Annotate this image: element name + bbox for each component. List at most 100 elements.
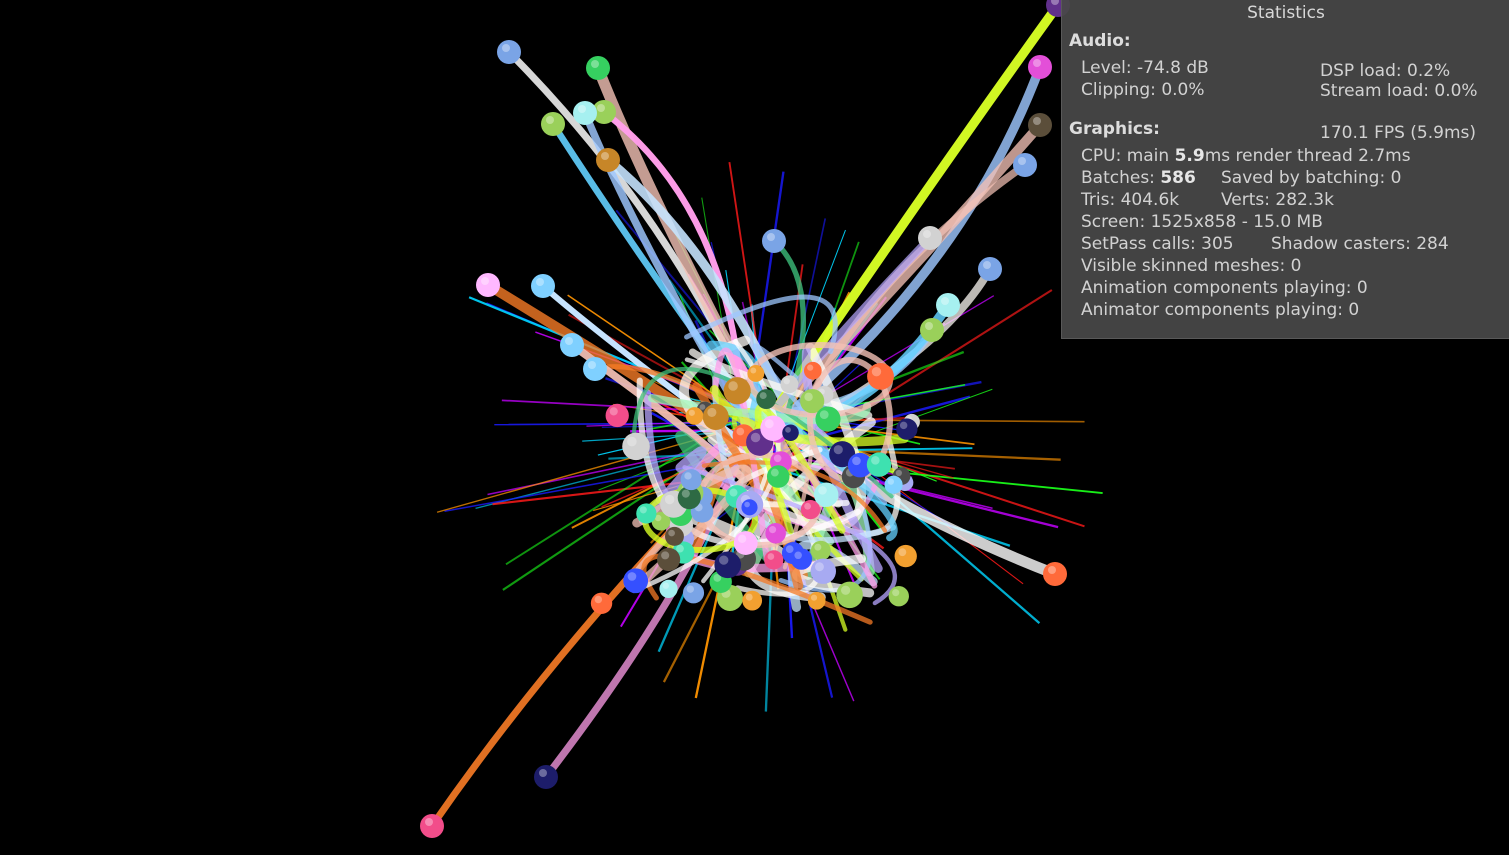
particle-ball [978, 257, 1002, 281]
particle-ball [742, 590, 763, 611]
graphics-header: Graphics: [1069, 119, 1160, 139]
batches-value: 586 [1160, 168, 1196, 188]
particle-ball [541, 112, 565, 136]
particle-highlight [794, 551, 802, 560]
particle-highlight [833, 445, 843, 455]
particle-ball [790, 548, 813, 570]
particle-highlight [818, 486, 827, 495]
particle-highlight [785, 545, 794, 554]
particle-ball [714, 551, 742, 579]
particle-highlight [814, 543, 822, 551]
verts: Verts: 282.3k [1221, 190, 1334, 210]
particle-ball [657, 547, 681, 571]
particle-highlight [425, 818, 433, 826]
particle-highlight [565, 337, 573, 345]
audio-stream-load: Stream load: 0.0% [1320, 81, 1478, 101]
particle-highlight [609, 407, 618, 416]
particle-highlight [536, 278, 544, 286]
particle-ball [815, 406, 841, 432]
particle-ball [1013, 153, 1037, 177]
particle-ball [747, 365, 765, 382]
particle-ball [741, 499, 758, 516]
particle-ball [756, 389, 777, 409]
particle-highlight [676, 544, 684, 553]
particle-highlight [759, 392, 767, 400]
particle-ball [623, 568, 649, 594]
audio-level: Level: -74.8 dB [1081, 58, 1209, 78]
particle-highlight [744, 501, 750, 508]
statistics-title: Statistics [1247, 3, 1325, 23]
particle-highlight [773, 454, 782, 463]
particle-highlight [668, 529, 675, 537]
particle-ball [497, 40, 521, 64]
particle-ball [685, 407, 704, 425]
particle-highlight [627, 436, 637, 447]
particle-ball [836, 581, 863, 609]
particle-highlight [895, 469, 902, 477]
cpu-suffix: ms render thread 2.7ms [1204, 146, 1411, 166]
particle-ball [803, 361, 822, 380]
saved-by-batching: Saved by batching: 0 [1221, 168, 1402, 188]
particle-ball [867, 362, 894, 390]
animation-components: Animation components playing: 0 [1081, 278, 1368, 298]
particle-highlight [804, 502, 811, 510]
particle-highlight [597, 104, 605, 112]
particle-highlight [684, 472, 692, 480]
particle-highlight [601, 152, 609, 160]
particle-highlight [764, 419, 774, 429]
particle-ball [810, 558, 837, 584]
particle-ball [896, 418, 918, 440]
particle-ball [560, 333, 584, 357]
particle-ball [807, 591, 826, 610]
particle-highlight [502, 44, 510, 52]
particle-highlight [887, 478, 895, 485]
particle-ball [1028, 55, 1052, 79]
particle-highlight [719, 555, 729, 565]
audio-header: Audio: [1069, 31, 1131, 51]
particle-ball [813, 482, 839, 507]
particle-ball [420, 814, 444, 838]
particle-ball [702, 403, 729, 430]
particle-ball [534, 765, 558, 789]
particle-ball [605, 403, 629, 428]
particle-ball [1028, 113, 1052, 137]
particle-highlight [807, 364, 814, 371]
particle-highlight [481, 277, 489, 285]
particle-highlight [783, 377, 790, 385]
particle-highlight [785, 426, 791, 433]
particle-ball [918, 226, 942, 250]
particle-highlight [871, 366, 882, 377]
particle-highlight [840, 585, 851, 595]
particle-ball [531, 274, 555, 298]
particle-highlight [594, 595, 603, 604]
cpu-prefix: CPU: main [1081, 146, 1175, 166]
particle-ball [884, 475, 903, 494]
particle-highlight [591, 60, 599, 68]
particle-highlight [810, 594, 818, 601]
particle-highlight [767, 233, 775, 241]
particle-ball [583, 357, 607, 381]
setpass-calls: SetPass calls: 305 [1081, 234, 1234, 254]
particle-highlight [688, 409, 695, 416]
particle-highlight [627, 572, 637, 581]
particle-highlight [941, 297, 949, 305]
particle-highlight [923, 230, 931, 238]
particle-ball [659, 579, 678, 599]
particle-highlight [578, 105, 586, 113]
particle-highlight [539, 769, 547, 777]
particle-ball [733, 531, 758, 555]
particle-highlight [750, 432, 761, 443]
particle-highlight [729, 488, 738, 497]
particle-highlight [1033, 59, 1041, 67]
particle-ball [766, 465, 790, 488]
particle-highlight [745, 593, 753, 601]
particle-highlight [661, 551, 670, 560]
particle-ball [664, 526, 684, 546]
particle-ball [590, 592, 613, 614]
statistics-panel: Statistics Audio: Level: -74.8 dB DSP lo… [1061, 0, 1509, 339]
particle-ball [682, 582, 705, 604]
cpu-main-value: 5.9 [1174, 146, 1205, 166]
particle-ball [920, 318, 944, 342]
particle-ball [762, 229, 786, 253]
particle-highlight [770, 468, 779, 477]
